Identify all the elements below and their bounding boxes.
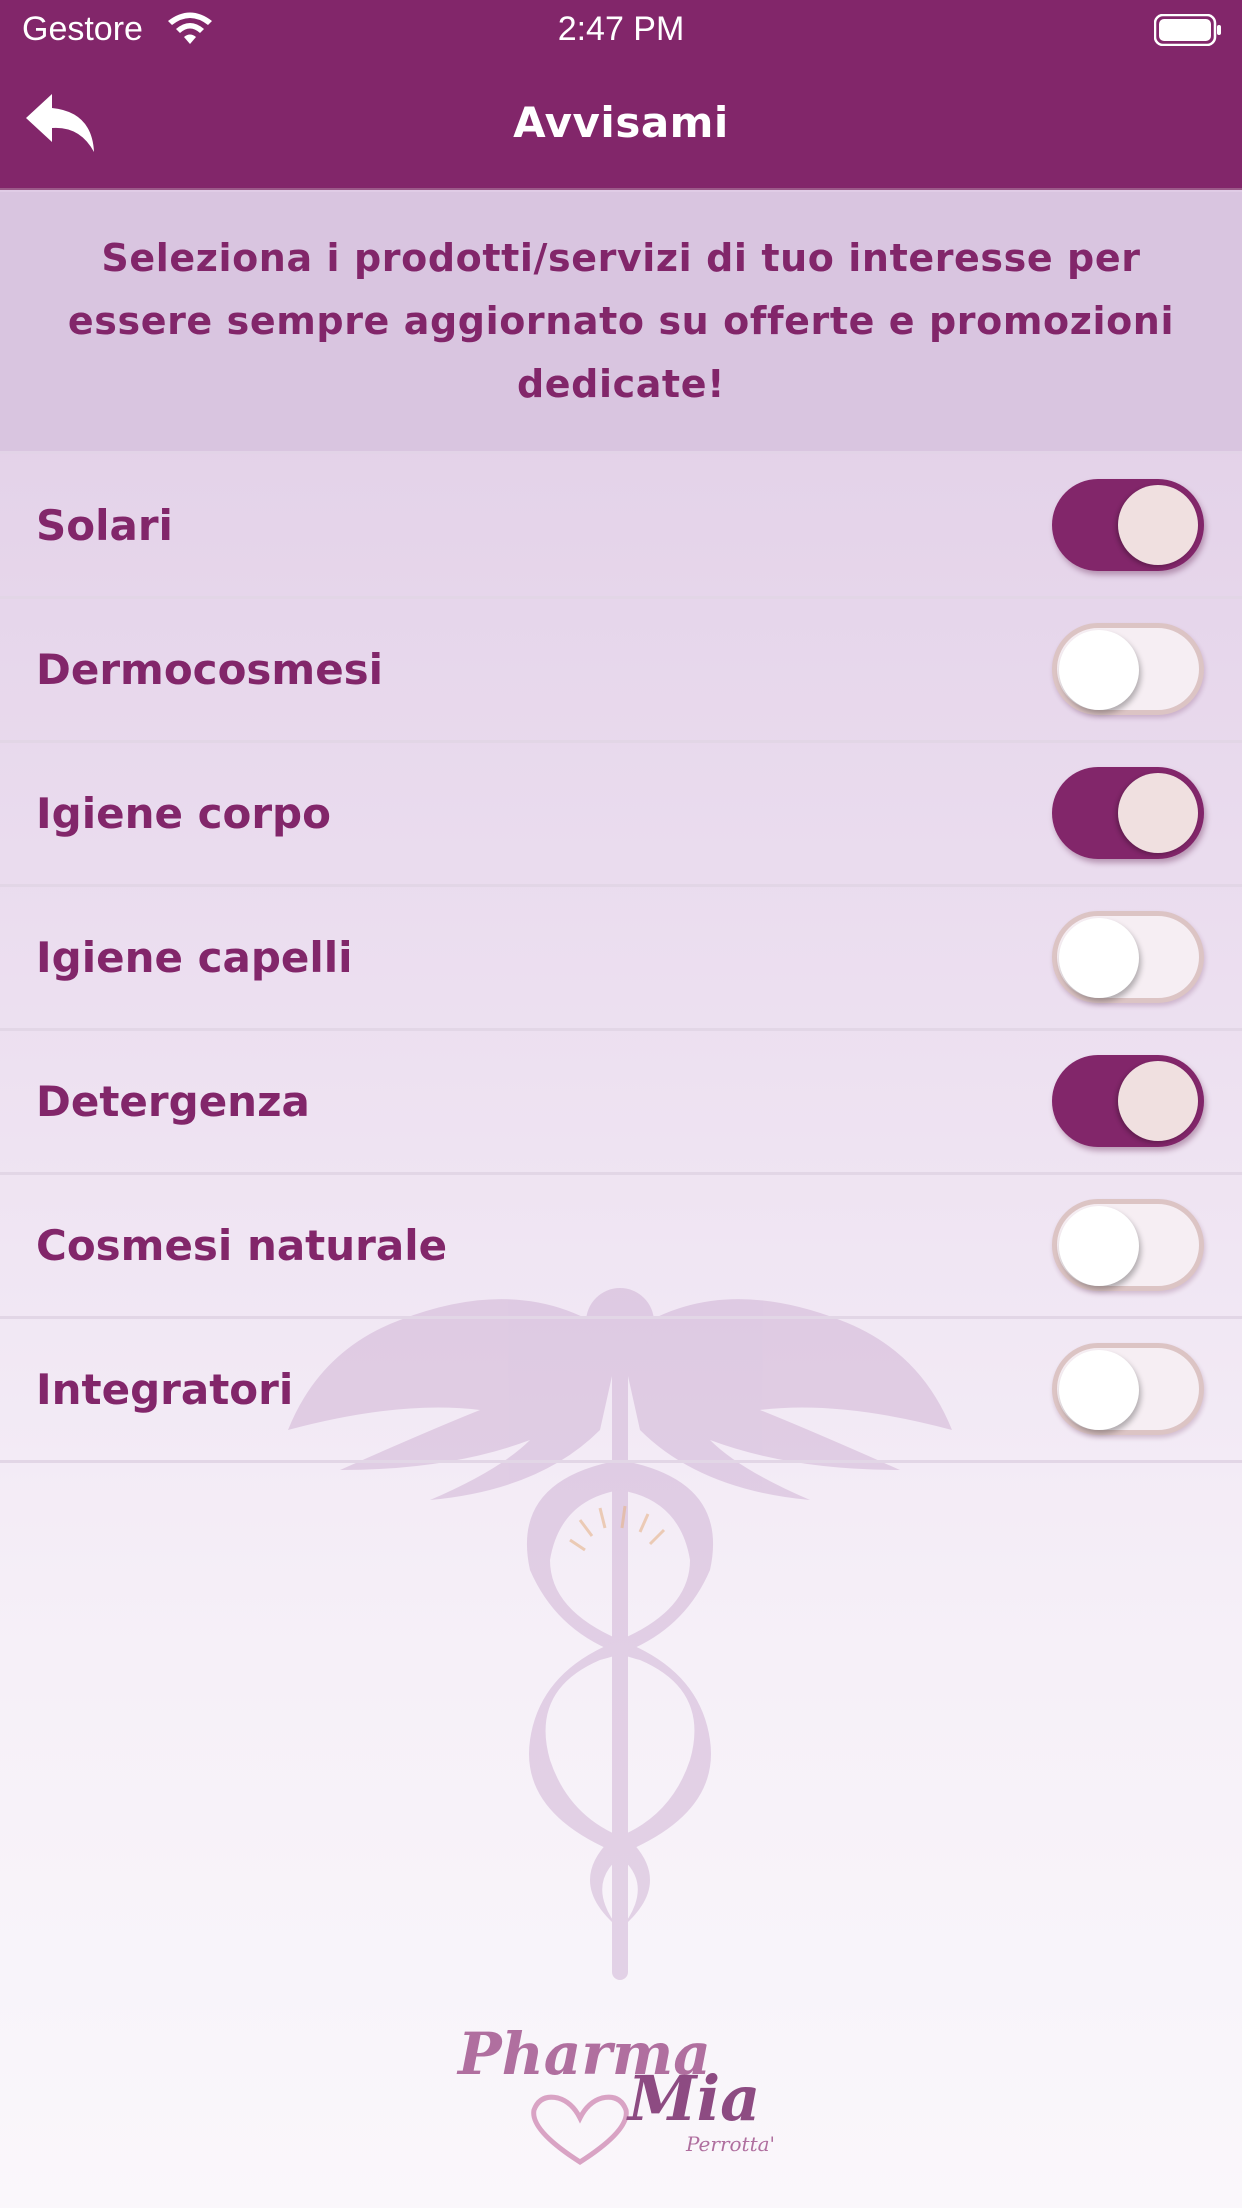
category-label: Detergenza	[36, 1077, 310, 1126]
toggle-igiene-capelli[interactable]	[1052, 911, 1204, 1003]
category-row-dermocosmesi: Dermocosmesi	[0, 599, 1242, 743]
logo-text-mia: Mia	[628, 2062, 761, 2135]
category-row-igiene-capelli: Igiene capelli	[0, 887, 1242, 1031]
page-title: Avvisami	[513, 98, 729, 147]
category-label: Dermocosmesi	[36, 645, 384, 694]
category-label: Integratori	[36, 1365, 294, 1414]
status-time: 2:47 PM	[557, 10, 685, 48]
toggle-knob	[1118, 1061, 1198, 1141]
category-list: Solari Dermocosmesi Igiene corpo Igiene …	[0, 455, 1242, 1463]
toggle-dermocosmesi[interactable]	[1052, 623, 1204, 715]
category-row-solari: Solari	[0, 455, 1242, 599]
toggle-knob	[1059, 1350, 1139, 1430]
toggle-knob	[1118, 773, 1198, 853]
category-label: Cosmesi naturale	[36, 1221, 448, 1270]
intro-banner: Seleziona i prodotti/servizi di tuo inte…	[0, 192, 1242, 454]
heart-icon	[531, 2094, 629, 2165]
toggle-knob	[1118, 485, 1198, 565]
toggle-knob	[1059, 1206, 1139, 1286]
toggle-knob	[1059, 630, 1139, 710]
category-row-igiene-corpo: Igiene corpo	[0, 743, 1242, 887]
category-row-integratori: Integratori	[0, 1319, 1242, 1463]
category-row-detergenza: Detergenza	[0, 1031, 1242, 1175]
navigation-bar: Avvisami	[0, 62, 1242, 190]
logo-text-perrotta: Perrotta'	[686, 2132, 776, 2156]
toggle-integratori[interactable]	[1052, 1343, 1204, 1435]
battery-icon	[1154, 14, 1221, 46]
toggle-knob	[1059, 918, 1139, 998]
status-bar: Gestore 2:47 PM	[0, 0, 1242, 62]
toggle-detergenza[interactable]	[1052, 1055, 1204, 1147]
category-label: Igiene capelli	[36, 933, 353, 982]
category-label: Solari	[36, 501, 173, 550]
toggle-solari[interactable]	[1052, 479, 1204, 571]
category-row-cosmesi-naturale: Cosmesi naturale	[0, 1175, 1242, 1319]
pharmamia-logo: Pharma Mia Perrotta'	[450, 2020, 790, 2170]
category-label: Igiene corpo	[36, 789, 331, 838]
toggle-igiene-corpo[interactable]	[1052, 767, 1204, 859]
toggle-cosmesi-naturale[interactable]	[1052, 1199, 1204, 1291]
intro-text: Seleziona i prodotti/servizi di tuo inte…	[67, 236, 1175, 406]
